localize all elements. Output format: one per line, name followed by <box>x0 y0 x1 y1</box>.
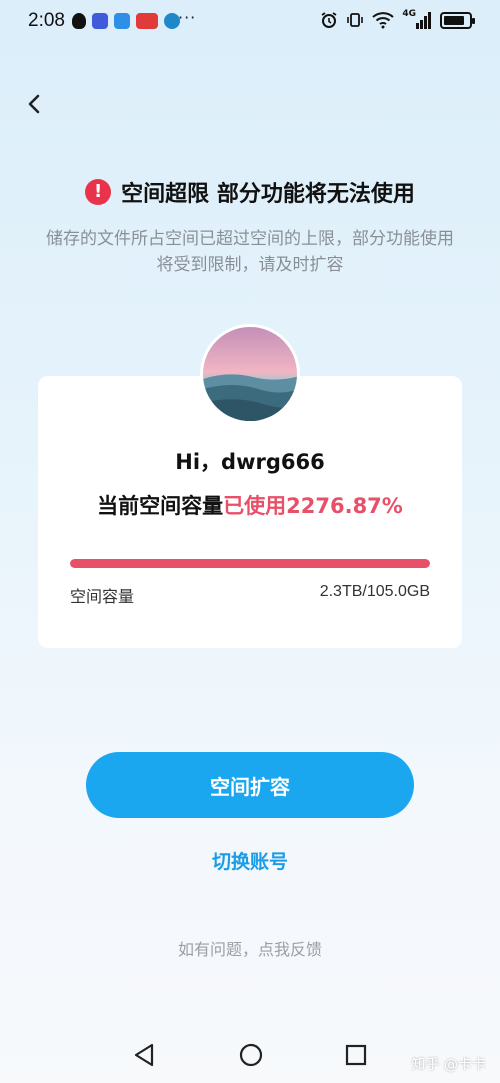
usage-label: 当前空间容量 <box>97 494 224 518</box>
watermark: 知乎 @卡卡 <box>411 1057 486 1073</box>
back-button[interactable] <box>20 88 52 120</box>
storage-progress-fill <box>70 559 430 568</box>
alarm-icon <box>321 12 337 28</box>
page-title: 空间超限 部分功能将无法使用 <box>121 182 415 207</box>
switch-account-link[interactable]: 切换账号 <box>0 847 500 874</box>
vibrate-icon <box>347 13 364 27</box>
tieba-icon <box>92 13 108 29</box>
chevron-left-icon <box>28 94 40 114</box>
status-bar: 2:08 ··· 4G <box>0 0 500 44</box>
news-app-icon <box>136 13 158 29</box>
system-nav-bar: 知乎 @卡卡 <box>0 1030 500 1083</box>
system-status: 4G <box>320 9 475 29</box>
warning-icon: ! <box>85 179 112 205</box>
wifi-icon <box>372 12 395 29</box>
feedback-link[interactable]: 如有问题，点我反馈 <box>0 936 500 960</box>
nav-recent-apps-icon[interactable] <box>345 1044 367 1066</box>
nav-home-icon[interactable] <box>238 1042 264 1068</box>
more-notifications-icon: ··· <box>178 8 197 27</box>
expand-storage-button[interactable]: 空间扩容 <box>86 752 414 818</box>
page-title-row: ! 空间超限 部分功能将无法使用 <box>0 176 500 208</box>
usage-percentage: 已使用2276.87% <box>223 494 403 518</box>
usage-summary: 当前空间容量已使用2276.87% <box>0 490 500 520</box>
page-subtitle: 储存的文件所占空间已超过空间的上限，部分功能使用将受到限制，请及时扩容 <box>46 229 454 275</box>
battery-icon <box>440 11 475 29</box>
avatar <box>200 324 300 424</box>
status-time: 2:08 <box>28 10 65 31</box>
notification-icons <box>72 13 180 29</box>
qq-icon <box>72 13 86 29</box>
storage-progress-bar <box>70 559 430 568</box>
message-icon <box>114 13 130 29</box>
greeting: Hi，dwrg666 <box>175 450 325 474</box>
signal-icon <box>416 12 431 29</box>
nav-back-icon[interactable] <box>132 1042 156 1068</box>
capacity-label: 空间容量 <box>70 587 135 606</box>
capacity-value: 2.3TB/105.0GB <box>319 583 430 600</box>
network-type: 4G <box>402 9 416 19</box>
